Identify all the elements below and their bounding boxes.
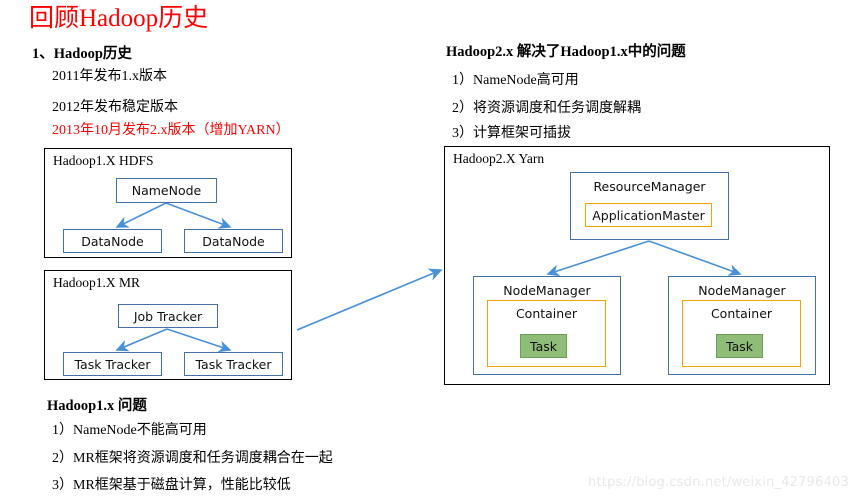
task-box-1[interactable]: Task	[520, 334, 567, 358]
resource-manager-label: ResourceManager	[593, 179, 706, 194]
task-box-2[interactable]: Task	[716, 334, 763, 358]
right-column-heading: Hadoop2.x 解决了Hadoop1.x中的问题	[446, 44, 686, 60]
mr-diagram-label: Hadoop1.X MR	[53, 275, 140, 290]
left-column-heading: 1、Hadoop历史	[32, 46, 132, 62]
job-tracker-box[interactable]: Job Tracker	[118, 304, 218, 328]
watermark: https://blog.csdn.net/weixin_42796403	[588, 475, 849, 490]
solution-item-2: 3）计算框架可插拔	[452, 126, 571, 141]
container-label-1: Container	[515, 306, 578, 321]
container-label-2: Container	[710, 306, 773, 321]
history-item-1: 2012年发布稳定版本	[52, 100, 178, 115]
application-master-box[interactable]: ApplicationMaster	[585, 203, 712, 227]
problem-item-1: 2）MR框架将资源调度和任务调度耦合在一起	[52, 451, 333, 466]
yarn-diagram-label: Hadoop2.X Yarn	[453, 151, 545, 166]
solution-item-0: 1）NameNode高可用	[452, 73, 579, 88]
problem-item-2: 3）MR框架基于磁盘计算，性能比较低	[52, 478, 291, 493]
history-item-2: 2013年10月发布2.x版本（增加YARN）	[52, 123, 290, 138]
problem-item-0: 1）NameNode不能高可用	[52, 423, 207, 438]
datanode-box-2[interactable]: DataNode	[184, 229, 283, 253]
node-manager-label-1: NodeManager	[503, 283, 591, 298]
task-tracker-box-2[interactable]: Task Tracker	[184, 352, 283, 376]
namenode-box[interactable]: NameNode	[116, 178, 217, 203]
node-manager-label-2: NodeManager	[698, 283, 786, 298]
history-item-0: 2011年发布1.x版本	[52, 69, 167, 84]
page-title: 回顾Hadoop历史	[29, 5, 209, 32]
solution-item-1: 2）将资源调度和任务调度解耦	[452, 101, 641, 116]
datanode-box-1[interactable]: DataNode	[63, 229, 162, 253]
hdfs-diagram-label: Hadoop1.X HDFS	[53, 153, 154, 168]
problems-heading: Hadoop1.x 问题	[47, 398, 147, 414]
task-tracker-box-1[interactable]: Task Tracker	[63, 352, 162, 376]
